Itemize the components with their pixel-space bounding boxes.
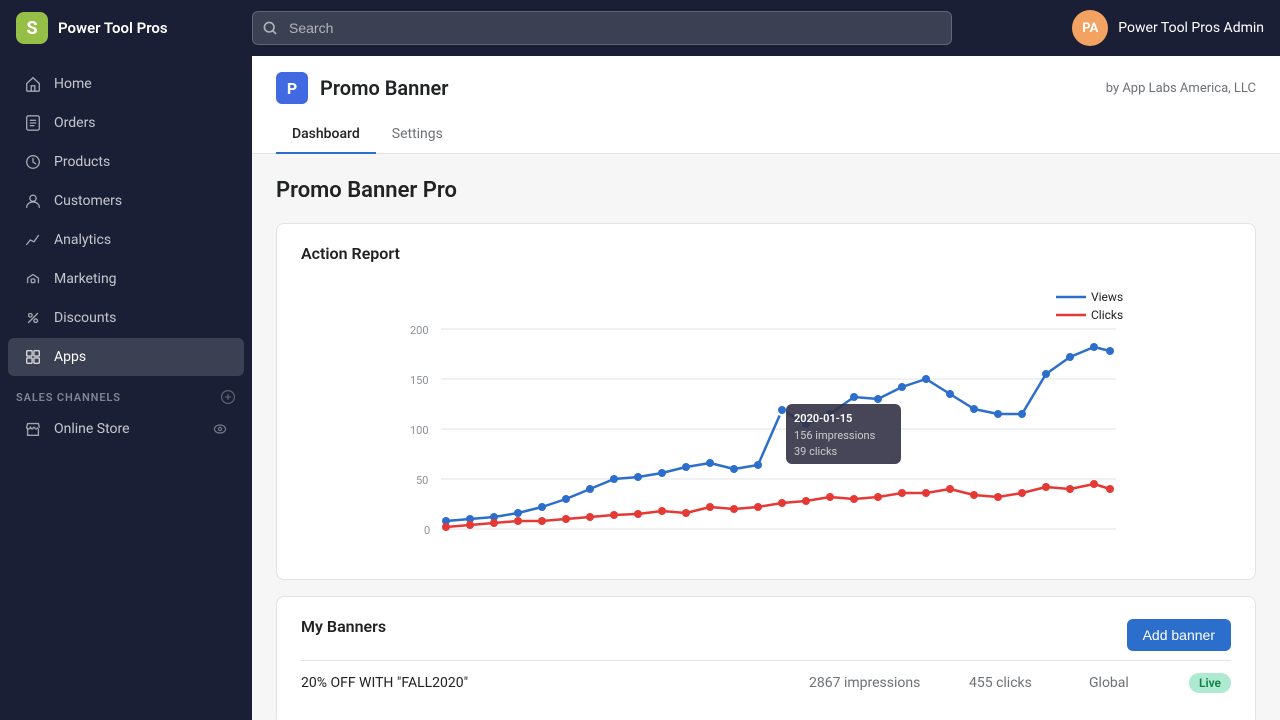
svg-text:2020-01-15: 2020-01-15 <box>794 412 852 425</box>
app-header: P Promo Banner by App Labs America, LLC … <box>252 56 1280 154</box>
tab-settings[interactable]: Settings <box>376 116 459 154</box>
search-bar <box>252 11 952 45</box>
tab-dashboard[interactable]: Dashboard <box>276 116 376 154</box>
sidebar-item-products-label: Products <box>54 154 110 170</box>
svg-text:0: 0 <box>424 524 430 537</box>
banner-clicks: 455 clicks <box>969 675 1069 691</box>
app-publisher: by App Labs America, LLC <box>1106 81 1256 96</box>
svg-text:50: 50 <box>416 474 428 487</box>
status-badge: Live <box>1189 673 1231 693</box>
discounts-icon <box>24 309 42 327</box>
main-content: P Promo Banner by App Labs America, LLC … <box>252 56 1280 720</box>
sidebar-item-discounts[interactable]: Discounts <box>8 299 244 337</box>
sidebar-item-products[interactable]: Products <box>8 143 244 181</box>
banners-card: My Banners Add banner 20% OFF WITH "FALL… <box>276 596 1256 720</box>
sidebar-item-home[interactable]: Home <box>8 65 244 103</box>
banner-impressions: 2867 impressions <box>809 675 949 691</box>
sidebar-item-discounts-label: Discounts <box>54 310 116 326</box>
svg-text:150: 150 <box>410 374 429 387</box>
banner-scope: Global <box>1089 675 1169 691</box>
svg-text:39 clicks: 39 clicks <box>794 445 838 458</box>
app-tabs: Dashboard Settings <box>276 116 1256 153</box>
action-report-card: Action Report 0 50 100 150 200 <box>276 223 1256 580</box>
svg-text:156 impressions: 156 impressions <box>794 429 876 442</box>
brand-name: Power Tool Pros <box>58 19 168 37</box>
sales-channels-section-title: SALES CHANNELS <box>0 377 252 409</box>
add-sales-channel-icon[interactable] <box>220 389 236 405</box>
brand: S Power Tool Pros <box>16 12 236 44</box>
avatar: PA <box>1072 10 1108 46</box>
products-icon <box>24 153 42 171</box>
sidebar-item-online-store-label: Online Store <box>54 421 130 437</box>
search-icon <box>262 20 278 36</box>
svg-text:Views: Views <box>1091 290 1123 304</box>
svg-text:Clicks: Clicks <box>1091 308 1123 322</box>
content-area: Promo Banner Pro Action Report 0 50 100 … <box>252 154 1280 720</box>
eye-icon <box>212 421 228 437</box>
sidebar: Home Orders Products Customers <box>0 56 252 720</box>
apps-icon <box>24 348 42 366</box>
sidebar-item-marketing[interactable]: Marketing <box>8 260 244 298</box>
sidebar-item-home-label: Home <box>54 76 92 92</box>
store-icon <box>24 420 42 438</box>
shopify-logo-icon: S <box>16 12 48 44</box>
search-input[interactable] <box>252 11 952 45</box>
sidebar-item-analytics-label: Analytics <box>54 232 111 248</box>
svg-text:100: 100 <box>410 424 429 437</box>
analytics-icon <box>24 231 42 249</box>
app-icon: P <box>276 72 308 104</box>
svg-text:200: 200 <box>410 324 429 337</box>
banner-name: 20% OFF WITH "FALL2020" <box>301 675 789 691</box>
app-title: Promo Banner <box>320 76 448 100</box>
chart-container: 0 50 100 150 200 29 28 <box>301 279 1231 559</box>
sidebar-item-customers[interactable]: Customers <box>8 182 244 220</box>
marketing-icon <box>24 270 42 288</box>
home-icon <box>24 75 42 93</box>
action-report-title: Action Report <box>301 244 1231 263</box>
page-title: Promo Banner Pro <box>276 178 1256 203</box>
sidebar-item-customers-label: Customers <box>54 193 122 209</box>
username: Power Tool Pros Admin <box>1118 20 1264 36</box>
sidebar-item-apps-label: Apps <box>54 349 86 365</box>
chart-svg: 0 50 100 150 200 29 28 <box>301 279 1231 539</box>
sidebar-item-orders-label: Orders <box>54 115 96 131</box>
topnav: S Power Tool Pros PA Power Tool Pros Adm… <box>0 0 1280 56</box>
sidebar-item-analytics[interactable]: Analytics <box>8 221 244 259</box>
sidebar-item-apps[interactable]: Apps <box>8 338 244 376</box>
banners-section-title: My Banners <box>301 617 386 636</box>
orders-icon <box>24 114 42 132</box>
banner-row: 20% OFF WITH "FALL2020" 2867 impressions… <box>301 660 1231 705</box>
sidebar-item-online-store[interactable]: Online Store <box>8 410 244 448</box>
sidebar-item-orders[interactable]: Orders <box>8 104 244 142</box>
customers-icon <box>24 192 42 210</box>
topnav-right: PA Power Tool Pros Admin <box>1072 10 1264 46</box>
add-banner-button[interactable]: Add banner <box>1127 619 1231 651</box>
sidebar-item-marketing-label: Marketing <box>54 271 117 287</box>
